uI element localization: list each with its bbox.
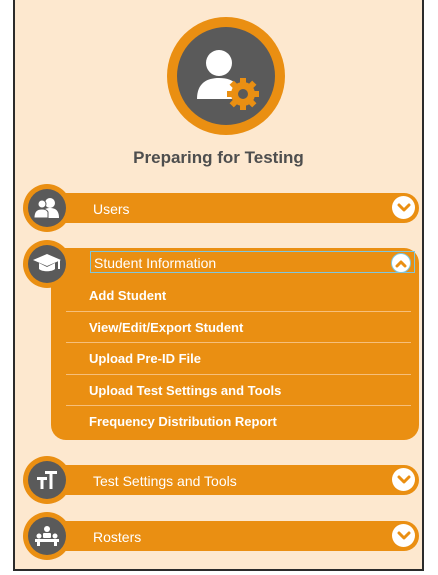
page-title: Preparing for Testing xyxy=(133,148,304,167)
section-rosters-label: Rosters xyxy=(93,529,142,545)
section-users-label: Users xyxy=(93,201,130,217)
users-icon xyxy=(23,184,71,232)
chevron-down-icon[interactable] xyxy=(392,524,415,547)
chevron-down-icon[interactable] xyxy=(392,468,415,491)
menu-item-view-edit-export-student[interactable]: View/Edit/Export Student xyxy=(66,312,411,343)
user-gear-icon xyxy=(167,17,285,135)
chevron-down-icon[interactable] xyxy=(392,196,415,219)
menu-item-add-student[interactable]: Add Student xyxy=(66,280,411,312)
section-student-information-label: Student Information xyxy=(94,255,217,271)
section-rosters[interactable]: Rosters xyxy=(35,521,419,551)
classroom-icon xyxy=(23,512,71,560)
menu-item-frequency-distribution-report[interactable]: Frequency Distribution Report xyxy=(66,406,411,438)
preparing-for-testing-panel: Preparing for Testing Users Student Info… xyxy=(13,0,424,571)
section-test-settings-label: Test Settings and Tools xyxy=(93,473,237,489)
section-test-settings[interactable]: Test Settings and Tools xyxy=(35,465,419,495)
graduation-cap-icon xyxy=(23,240,71,288)
section-users[interactable]: Users xyxy=(35,193,419,223)
section-student-information: Student Information Add Student View/Edi… xyxy=(51,248,419,440)
section-student-information-header[interactable]: Student Information xyxy=(90,251,415,273)
student-information-menu: Add Student View/Edit/Export Student Upl… xyxy=(66,280,411,438)
chevron-up-icon[interactable] xyxy=(391,253,411,273)
text-size-icon xyxy=(23,456,71,504)
menu-item-upload-test-settings[interactable]: Upload Test Settings and Tools xyxy=(66,375,411,406)
menu-item-upload-pre-id-file[interactable]: Upload Pre-ID File xyxy=(66,343,411,375)
